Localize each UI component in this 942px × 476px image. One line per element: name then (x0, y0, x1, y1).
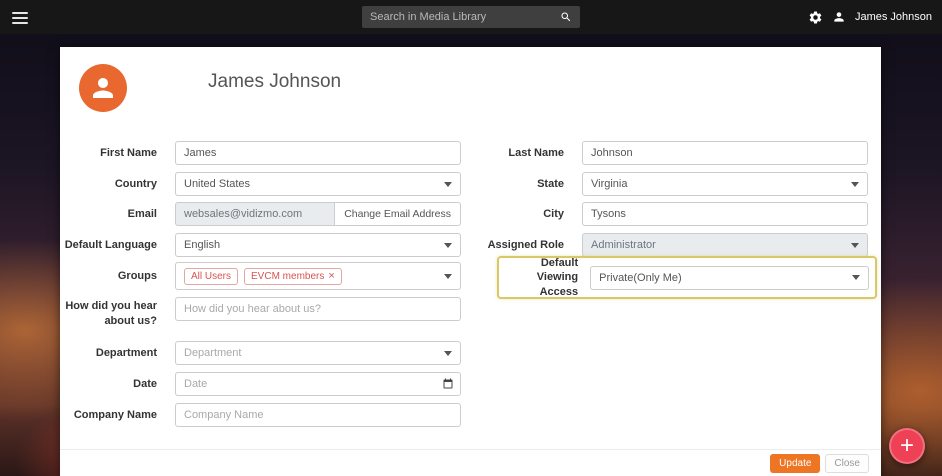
hear-about-input[interactable] (175, 297, 461, 321)
search-input[interactable] (370, 11, 560, 23)
media-library-search (362, 6, 580, 28)
default-language-select[interactable]: English (175, 233, 461, 257)
last-name-label: Last Name (508, 146, 564, 159)
default-viewing-access-select[interactable]: Private(Only Me) (590, 265, 869, 290)
assigned-role-select: Administrator (582, 233, 868, 257)
state-select[interactable]: Virginia (582, 172, 868, 196)
hamburger-menu-icon[interactable] (12, 9, 28, 27)
group-tag: EVCM members × (244, 267, 342, 285)
company-name-input[interactable] (175, 403, 461, 427)
settings-gear-icon[interactable] (808, 10, 823, 25)
first-name-input[interactable] (175, 141, 461, 165)
close-button[interactable]: Close (825, 453, 869, 473)
chevron-down-icon (444, 350, 452, 356)
field-row-default-language: Default Language English (60, 233, 461, 257)
plus-icon: + (899, 432, 914, 459)
top-navigation-bar: James Johnson (0, 0, 942, 34)
chevron-down-icon (852, 275, 860, 280)
country-select[interactable]: United States (175, 172, 461, 196)
calendar-icon[interactable] (442, 377, 454, 395)
remove-tag-icon[interactable]: × (328, 270, 334, 282)
default-viewing-access-highlight: Default Viewing Access Private(Only Me) (497, 256, 877, 299)
field-row-email: Email Change Email Address (60, 202, 461, 226)
groups-label: Groups (117, 269, 157, 282)
search-icon[interactable] (560, 11, 572, 23)
date-label: Date (133, 377, 157, 390)
field-row-department: Department Department (60, 341, 461, 365)
avatar (79, 64, 127, 112)
page-title: James Johnson (208, 71, 342, 92)
field-row-first-name: First Name (60, 141, 461, 165)
hear-about-label: How did you hear about us? (65, 300, 157, 327)
chevron-down-icon (851, 181, 859, 187)
default-viewing-access-label: Default Viewing Access (536, 257, 579, 298)
add-fab-button[interactable]: + (889, 428, 925, 464)
department-select[interactable]: Department (175, 341, 461, 365)
field-row-date: Date (60, 372, 461, 396)
chevron-down-icon (444, 181, 452, 187)
last-name-input[interactable] (582, 141, 868, 165)
field-row-groups: Groups All Users EVCM members × (60, 262, 461, 290)
user-icon[interactable] (832, 10, 846, 24)
card-footer: Update Close (60, 449, 881, 476)
topbar-username[interactable]: James Johnson (855, 11, 932, 23)
chevron-down-icon (444, 273, 452, 279)
email-label: Email (127, 207, 157, 220)
city-label: City (543, 207, 564, 220)
default-language-label: Default Language (64, 238, 157, 251)
update-button[interactable]: Update (770, 453, 821, 473)
first-name-label: First Name (100, 146, 157, 159)
groups-multiselect[interactable]: All Users EVCM members × (175, 262, 461, 290)
field-row-last-name: Last Name (469, 141, 868, 165)
country-label: Country (114, 177, 157, 190)
assigned-role-label: Assigned Role (487, 238, 564, 251)
chevron-down-icon (444, 242, 452, 248)
field-row-country: Country United States (60, 172, 461, 196)
field-row-state: State Virginia (469, 172, 868, 196)
field-row-hear-about: How did you hear about us? (60, 297, 461, 329)
user-profile-card: James Johnson First Name Country United … (60, 47, 881, 476)
date-input[interactable] (175, 372, 461, 396)
city-input[interactable] (582, 202, 868, 226)
department-label: Department (95, 346, 157, 359)
field-row-assigned-role: Assigned Role Administrator (469, 233, 868, 257)
change-email-button[interactable]: Change Email Address (335, 202, 461, 226)
company-name-label: Company Name (73, 408, 157, 421)
field-row-city: City (469, 202, 868, 226)
state-label: State (537, 177, 564, 190)
chevron-down-icon (851, 242, 859, 248)
email-field (175, 202, 336, 226)
group-tag: All Users (184, 267, 239, 285)
field-row-company-name: Company Name (60, 403, 461, 427)
